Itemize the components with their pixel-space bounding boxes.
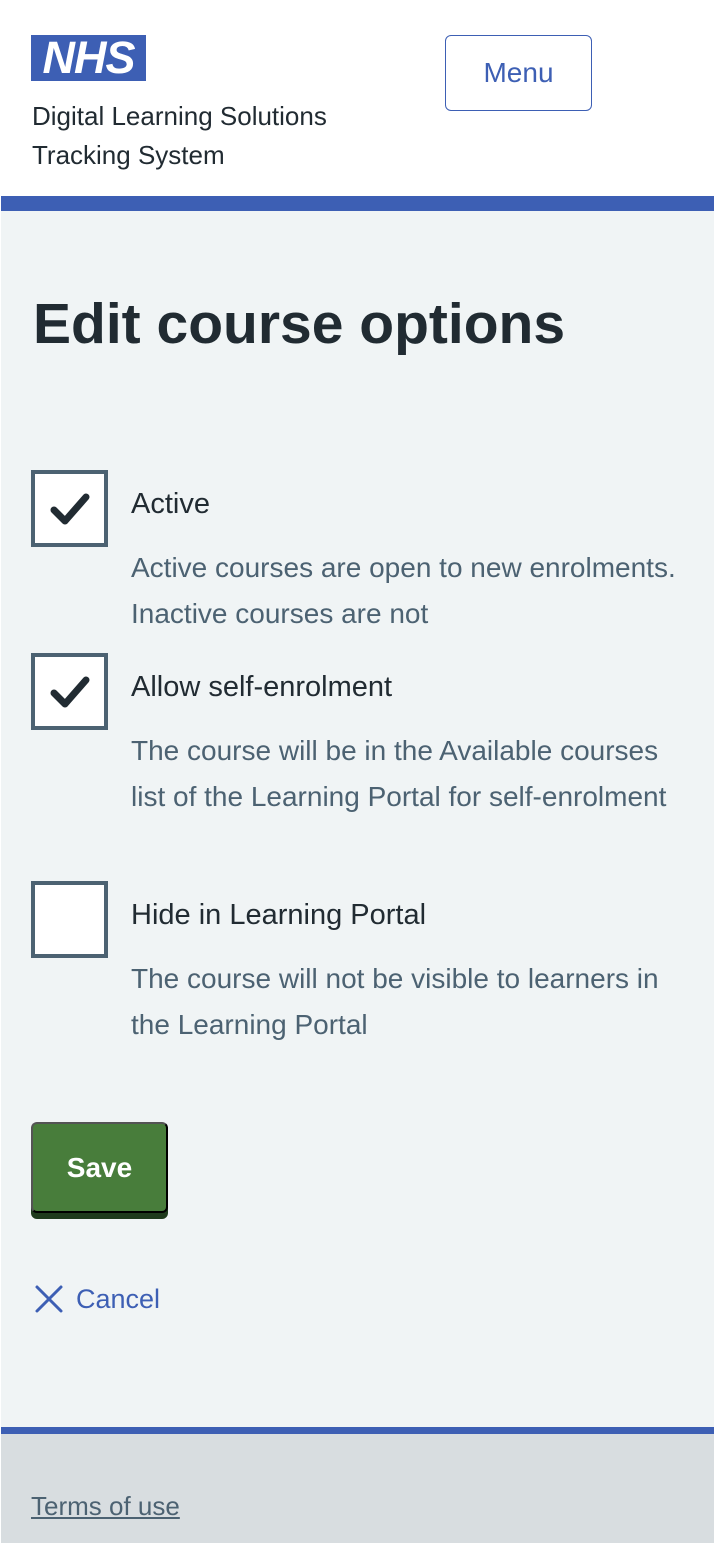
- self-enrolment-label[interactable]: Allow self-enrolment: [131, 667, 392, 707]
- site-footer: Terms of use: [1, 1427, 714, 1543]
- nhs-logo[interactable]: NHS: [31, 35, 146, 81]
- self-enrolment-checkbox[interactable]: [31, 653, 108, 730]
- check-icon: [50, 676, 90, 708]
- cancel-label: Cancel: [76, 1283, 161, 1314]
- terms-of-use-link[interactable]: Terms of use: [31, 1491, 180, 1522]
- hide-in-portal-checkbox[interactable]: [31, 881, 108, 958]
- active-hint: Active courses are open to new enrolment…: [131, 552, 676, 629]
- save-button[interactable]: Save: [31, 1122, 168, 1213]
- menu-button[interactable]: Menu: [445, 35, 592, 111]
- nhs-logo-text: NHS: [42, 32, 135, 83]
- service-name-line-1: Digital Learning Solutions: [32, 101, 327, 131]
- hide-in-portal-label[interactable]: Hide in Learning Portal: [131, 895, 426, 935]
- service-name-line-2: Tracking System: [32, 140, 225, 170]
- active-checkbox[interactable]: [31, 470, 108, 547]
- close-icon: [35, 1285, 63, 1313]
- check-icon: [50, 493, 90, 525]
- site-header: NHS Digital Learning Solutions Tracking …: [1, 5, 714, 211]
- page-frame: NHS Digital Learning Solutions Tracking …: [1, 5, 714, 1543]
- hide-in-portal-hint: The course will not be visible to learne…: [131, 963, 659, 1040]
- self-enrolment-hint: The course will be in the Available cour…: [131, 735, 667, 812]
- service-name[interactable]: Digital Learning Solutions Tracking Syst…: [32, 97, 392, 175]
- page-title: Edit course options: [33, 292, 566, 356]
- cancel-link[interactable]: Cancel: [34, 1281, 160, 1317]
- active-label[interactable]: Active: [131, 484, 210, 524]
